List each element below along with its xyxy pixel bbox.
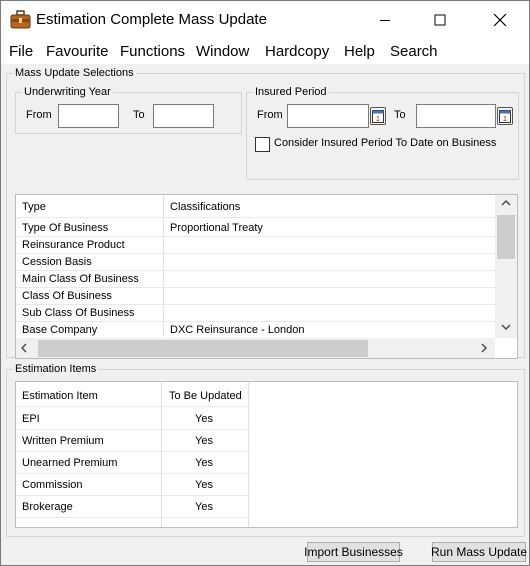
window-title: Estimation Complete Mass Update [36,11,267,28]
horizontal-scroll-thumb[interactable] [38,340,368,357]
insured-to-calendar-button[interactable]: 1 [497,107,513,125]
estimation-row-item[interactable]: Written Premium [22,435,104,447]
insured-from-label: From [257,109,283,121]
grid-row-type[interactable]: Class Of Business [22,290,112,302]
grid-row-type[interactable]: Sub Class Of Business [22,307,135,319]
calendar-icon: 1 [499,110,511,123]
uw-year-from-input[interactable] [58,104,119,128]
calendar-icon: 1 [372,110,384,123]
minimize-icon [380,20,390,21]
scroll-down-arrow-icon[interactable] [501,323,511,331]
insured-from-input[interactable] [287,104,369,128]
grid-row-divider [16,236,495,237]
uw-year-from-label: From [26,109,52,121]
close-icon [493,13,507,27]
insured-to-label: To [394,109,406,121]
menu-functions[interactable]: Functions [120,43,185,60]
estimation-row-item[interactable]: Unearned Premium [22,457,117,469]
estimation-row-item[interactable]: Brokerage [22,501,73,513]
grid-row-divider [16,253,495,254]
menu-help[interactable]: Help [344,43,375,60]
grid-row-divider [16,321,495,322]
insured-to-input[interactable] [416,104,496,128]
consider-insured-period-checkbox[interactable] [255,137,270,152]
scroll-up-arrow-icon[interactable] [501,199,511,207]
grid-row-divider [16,304,495,305]
grid-row-divider [16,287,495,288]
grid-row-classification[interactable]: DXC Reinsurance - London [170,324,305,336]
grid-row-divider [16,270,495,271]
uw-year-to-input[interactable] [153,104,214,128]
estimation-header-item: Estimation Item [22,390,98,402]
briefcase-icon [10,10,31,30]
estimation-items-legend: Estimation Items [15,363,97,375]
estimation-items-grid [15,381,518,528]
estimation-header-to-be-updated: To Be Updated [169,390,242,402]
grid-row-type[interactable]: Main Class Of Business [22,273,139,285]
run-mass-update-button[interactable]: Run Mass Update [431,542,527,562]
estimation-row-divider [16,406,249,407]
menu-hardcopy[interactable]: Hardcopy [265,43,329,60]
insured-period-group: Insured Period [246,86,519,180]
application-window: Estimation Complete Mass Update File Fav… [0,0,530,566]
grid-row-type[interactable]: Cession Basis [22,256,92,268]
estimation-row-divider [16,517,249,518]
grid-row-type[interactable]: Reinsurance Product [22,239,125,251]
insured-from-calendar-button[interactable]: 1 [370,107,386,125]
estimation-row-divider [16,451,249,452]
estimation-row-item[interactable]: EPI [22,413,40,425]
maximize-button[interactable] [417,1,463,39]
svg-text:1: 1 [503,116,507,123]
menu-search[interactable]: Search [390,43,438,60]
underwriting-year-legend: Underwriting Year [24,86,111,98]
grid-row-classification[interactable]: Proportional Treaty [170,222,263,234]
estimation-row-divider [16,429,249,430]
menu-window[interactable]: Window [196,43,249,60]
estimation-column-divider [161,382,162,527]
grid-row-divider [16,217,495,218]
estimation-row-update[interactable]: Yes [195,479,213,491]
maximize-icon [434,14,446,26]
estimation-row-divider [16,473,249,474]
import-businesses-button[interactable]: Import Businesses [304,542,403,562]
estimation-column-divider [248,382,249,527]
grid-header-type: Type [22,201,46,213]
grid-row-type[interactable]: Base Company [22,324,97,336]
estimation-row-update[interactable]: Yes [195,435,213,447]
grid-header-classifications: Classifications [170,201,241,213]
grid-row-type[interactable]: Type Of Business [22,222,108,234]
scroll-right-arrow-icon[interactable] [480,343,488,353]
estimation-row-update[interactable]: Yes [195,457,213,469]
uw-year-to-label: To [133,109,145,121]
minimize-button[interactable] [362,1,408,39]
svg-text:1: 1 [376,116,380,123]
estimation-row-divider [16,495,249,496]
vertical-scroll-thumb[interactable] [497,215,515,259]
consider-insured-period-label: Consider Insured Period To Date on Busin… [274,137,497,149]
estimation-row-update[interactable]: Yes [195,501,213,513]
estimation-row-update[interactable]: Yes [195,413,213,425]
mass-update-selections-legend: Mass Update Selections [15,67,134,79]
close-button[interactable] [477,1,523,39]
scroll-left-arrow-icon[interactable] [20,343,28,353]
menu-favourite[interactable]: Favourite [46,43,109,60]
insured-period-legend: Insured Period [255,86,327,98]
menu-file[interactable]: File [9,43,33,60]
estimation-row-item[interactable]: Commission [22,479,83,491]
